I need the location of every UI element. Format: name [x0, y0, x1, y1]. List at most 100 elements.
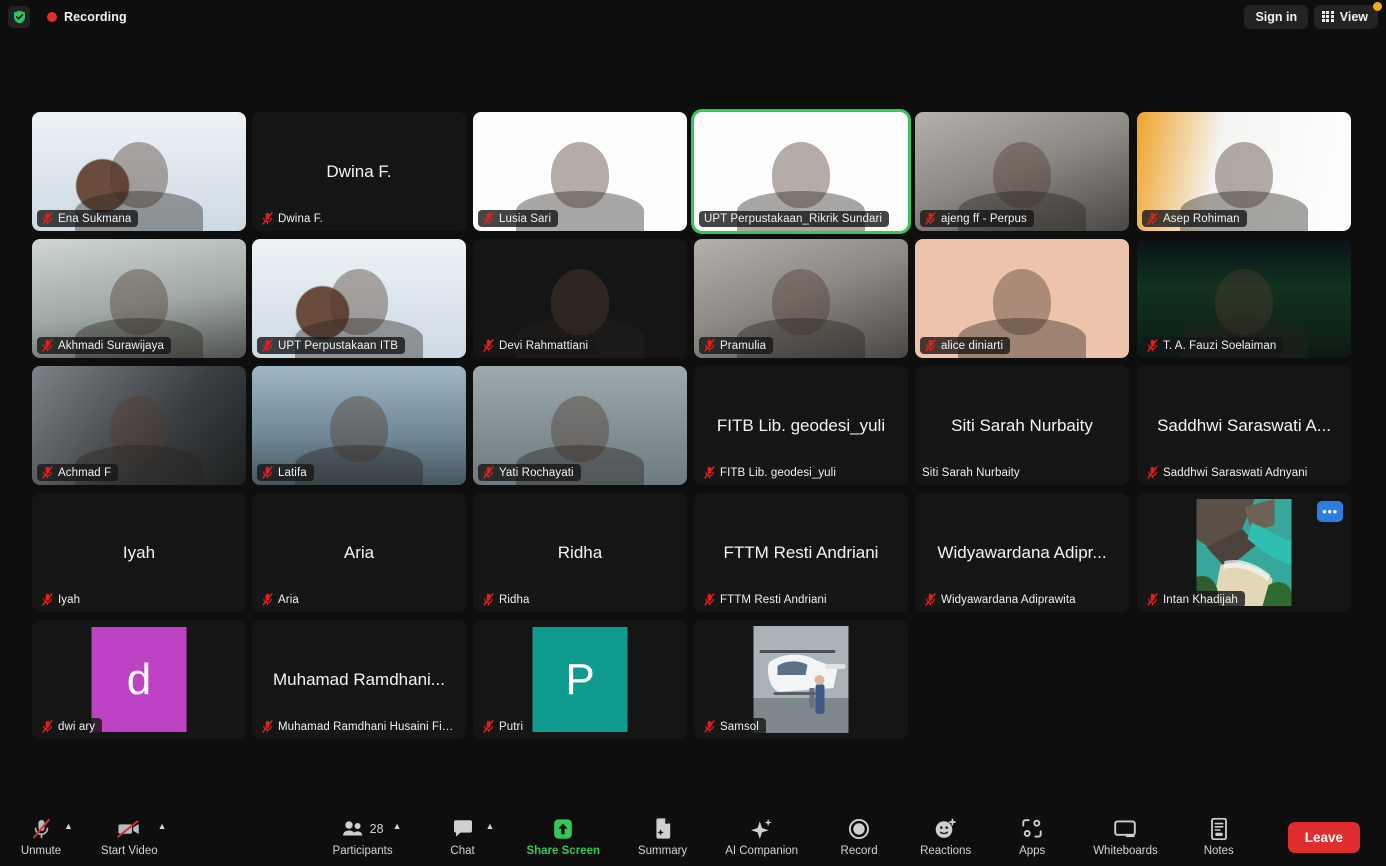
participant-tile[interactable]: UPT Perpustakaan ITB — [252, 239, 466, 358]
participant-name-bar: FTTM Resti Andriani — [699, 591, 834, 608]
avatar-photo — [1196, 499, 1292, 606]
notes-button[interactable]: Notes — [1196, 817, 1242, 857]
participant-name: Aria — [278, 593, 299, 606]
participant-name-bar: UPT Perpustakaan ITB — [257, 337, 406, 354]
participant-tile[interactable]: Samsol — [694, 620, 908, 739]
participant-tile[interactable]: Latifa — [252, 366, 466, 485]
participant-tile[interactable]: UPT Perpustakaan_Rikrik Sundari — [694, 112, 908, 231]
participant-tile[interactable]: Dwina F. Dwina F. — [252, 112, 466, 231]
view-button-label: View — [1339, 9, 1368, 24]
participant-tile[interactable]: Siti Sarah Nurbaity Siti Sarah Nurbaity — [915, 366, 1129, 485]
participant-name: Pramulia — [720, 339, 767, 352]
participant-name-bar: UPT Perpustakaan_Rikrik Sundari — [699, 211, 890, 227]
mic-muted-icon — [1147, 339, 1158, 352]
unmute-button[interactable]: Unmute — [18, 818, 64, 857]
participant-tile[interactable]: Asep Rohiman — [1137, 112, 1351, 231]
participant-name: FTTM Resti Andriani — [720, 593, 827, 606]
leave-button[interactable]: Leave — [1287, 821, 1360, 853]
mic-muted-icon — [42, 593, 53, 606]
participant-name-bar: T. A. Fauzi Soelaiman — [1142, 337, 1284, 354]
summary-button[interactable]: Summary — [638, 817, 687, 857]
participant-tile[interactable]: Ridha Ridha — [473, 493, 687, 612]
participant-name-bar: Devi Rahmattiani — [478, 337, 596, 354]
participants-options-chevron-up-icon[interactable]: ▲ — [393, 821, 402, 831]
participant-name: Yati Rochayati — [499, 466, 574, 479]
participant-tile[interactable]: ajeng ff - Perpus — [915, 112, 1129, 231]
reactions-button[interactable]: Reactions — [920, 818, 971, 857]
participant-tile[interactable]: T. A. Fauzi Soelaiman — [1137, 239, 1351, 358]
participant-tile[interactable]: Pramulia — [694, 239, 908, 358]
participant-gallery: Ena Sukmana Dwina F. Dwina F. Lusia Sari UPT… — [0, 112, 1386, 747]
participant-tile[interactable]: alice diniarti — [915, 239, 1129, 358]
participant-name: T. A. Fauzi Soelaiman — [1163, 339, 1277, 352]
view-button[interactable]: View — [1314, 1, 1382, 29]
chat-button[interactable]: Chat — [440, 818, 486, 857]
reactions-label: Reactions — [920, 844, 972, 857]
mic-muted-icon — [483, 720, 494, 733]
record-button[interactable]: Record — [836, 818, 882, 857]
top-bar-right-controls: Sign in View — [1244, 1, 1386, 29]
apps-button[interactable]: Apps — [1009, 818, 1055, 857]
video-off-icon — [116, 818, 142, 840]
participant-name-bar: ajeng ff - Perpus — [920, 210, 1034, 227]
participant-tile[interactable]: Saddhwi Saraswati A... Saddhwi Saraswati … — [1137, 366, 1351, 485]
participant-name: Asep Rohiman — [1163, 212, 1240, 225]
participant-name: UPT Perpustakaan_Rikrik Sundari — [704, 213, 883, 225]
participant-tile[interactable]: P Putri — [473, 620, 687, 739]
participant-tile[interactable]: FITB Lib. geodesi_yuli FITB Lib. geodesi_… — [694, 366, 908, 485]
participants-button[interactable]: 28 Participants — [333, 818, 393, 857]
mic-muted-icon — [42, 720, 53, 733]
participant-name: Dwina F. — [278, 212, 323, 225]
participant-name: Akhmadi Surawijaya — [58, 339, 164, 352]
participant-name: Muhamad Ramdhani Husaini Fikri — [278, 720, 454, 733]
start-video-button[interactable]: Start Video — [101, 818, 158, 857]
summary-doc-icon — [653, 817, 673, 840]
encryption-shield-icon[interactable] — [8, 5, 30, 28]
people-icon: 28 — [342, 818, 384, 840]
notification-badge-dot — [1373, 1, 1382, 11]
zoom-meeting-window: Recording Sign in View Ena Sukmana Dwina … — [0, 0, 1386, 866]
participant-name-bar: Aria — [257, 591, 306, 608]
audio-options-chevron-up-icon[interactable]: ▲ — [64, 821, 73, 831]
participant-tile[interactable]: Muhamad Ramdhani... Muhamad Ramdhani Husa… — [252, 620, 466, 739]
share-screen-button[interactable]: Share Screen — [526, 818, 600, 857]
participant-tile[interactable]: ••• Intan Khadijah — [1137, 493, 1351, 612]
ai-companion-button[interactable]: AI Companion — [725, 818, 798, 857]
participant-name-bar: Asep Rohiman — [1142, 210, 1247, 227]
video-options-chevron-up-icon[interactable]: ▲ — [158, 821, 167, 831]
participant-tile[interactable]: Lusia Sari — [473, 112, 687, 231]
participant-tile[interactable]: Yati Rochayati — [473, 366, 687, 485]
participant-name-bar: Pramulia — [699, 337, 774, 354]
record-label: Record — [840, 844, 878, 857]
mic-muted-icon — [483, 212, 494, 225]
unmute-label: Unmute — [20, 844, 62, 857]
participant-tile[interactable]: Akhmadi Surawijaya — [32, 239, 246, 358]
mic-muted-icon — [704, 720, 715, 733]
participant-name: Samsol — [720, 720, 759, 733]
mic-muted-icon — [704, 593, 715, 606]
participant-name: Intan Khadijah — [1163, 593, 1238, 606]
mic-muted-icon — [925, 593, 936, 606]
mic-muted-icon — [42, 466, 53, 479]
chat-options-chevron-up-icon[interactable]: ▲ — [486, 821, 495, 831]
participant-name-bar: Widyawardana Adiprawita — [920, 591, 1083, 608]
participant-tile[interactable]: Ena Sukmana — [32, 112, 246, 231]
participant-name-bar: Akhmadi Surawijaya — [37, 337, 171, 354]
more-options-button[interactable]: ••• — [1317, 501, 1343, 522]
chat-bubble-icon — [452, 818, 474, 840]
participant-name: alice diniarti — [941, 339, 1004, 352]
participant-tile[interactable]: Achmad F — [32, 366, 246, 485]
participant-tile[interactable]: Devi Rahmattiani — [473, 239, 687, 358]
participant-tile[interactable]: Widyawardana Adipr... Widyawardana Adipra… — [915, 493, 1129, 612]
participant-tile[interactable]: Aria Aria — [252, 493, 466, 612]
participant-name-bar: Intan Khadijah — [1142, 591, 1245, 608]
whiteboards-button[interactable]: Whiteboards — [1093, 818, 1158, 857]
participant-tile[interactable]: FTTM Resti Andriani FTTM Resti Andriani — [694, 493, 908, 612]
mic-muted-icon — [262, 339, 273, 352]
recording-indicator[interactable]: Recording — [47, 10, 127, 24]
mic-muted-icon — [31, 818, 52, 840]
sign-in-button[interactable]: Sign in — [1244, 4, 1309, 29]
participant-tile[interactable]: d dwi ary — [32, 620, 246, 739]
participant-name: ajeng ff - Perpus — [941, 212, 1027, 225]
participant-tile[interactable]: Iyah Iyah — [32, 493, 246, 612]
